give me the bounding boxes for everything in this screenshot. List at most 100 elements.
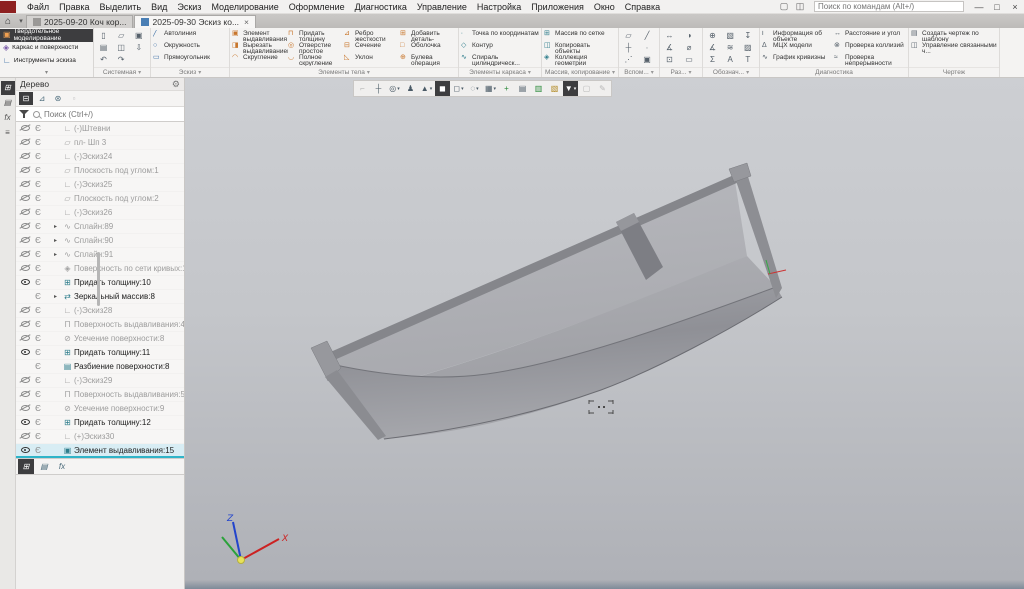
ribbon-group-label[interactable]: Чертеж [909, 67, 999, 77]
ribbon-button[interactable]: ΔМЦХ модели [762, 42, 834, 54]
capture-icon[interactable]: ▥ [531, 81, 546, 96]
visibility-icon[interactable] [19, 431, 32, 442]
clip-view-icon[interactable]: ▦▾ [483, 81, 498, 96]
tree-item[interactable]: Є▸∿Сплайн:89 [16, 220, 184, 234]
exclude-from-calc-icon[interactable]: Є [33, 236, 43, 245]
csys-indicator-icon[interactable]: ⌐ [355, 81, 370, 96]
ribbon-button[interactable]: ⊓Придать толщину [288, 30, 344, 42]
expand-icon[interactable]: ▸ [54, 251, 61, 258]
tree-item[interactable]: Є∟(-)Эскиз29 [16, 374, 184, 388]
restore-button[interactable]: □ [988, 2, 1006, 12]
exclude-from-calc-icon[interactable]: Є [33, 124, 43, 133]
menu-item[interactable]: Оформление [284, 2, 350, 12]
ribbon-icon-button[interactable]: ∡ [662, 42, 677, 53]
tree-item[interactable]: Є▸∿Сплайн:90 [16, 234, 184, 248]
ribbon-group-label[interactable]: Эскиз▾ [151, 67, 229, 77]
ribbon-button[interactable]: ⊞Добавить деталь-заготов... [400, 30, 456, 42]
ribbon-icon-button[interactable]: ↔ [662, 30, 677, 41]
tree-item[interactable]: Є▱пл- Шп 3 [16, 136, 184, 150]
ribbon-button[interactable]: ⊕Булева операция [400, 54, 456, 66]
ribbon-button[interactable]: ◈Коллекция геометрии [544, 54, 616, 66]
view-direction-icon[interactable]: ▲▾ [419, 81, 434, 96]
report-icon[interactable]: ▧ [547, 81, 562, 96]
local-csys-icon[interactable]: ┼ [371, 81, 386, 96]
visibility-icon[interactable] [19, 193, 32, 204]
ribbon-icon-button[interactable]: ⌀ [682, 42, 697, 53]
tree-item[interactable]: ЄΠПоверхность выдавливания:5 [16, 388, 184, 402]
ribbon-button[interactable]: ◨Вырезать выдавливанием [232, 42, 288, 54]
document-tab[interactable]: 2025-09-30 Эскиз ко...× [134, 15, 256, 28]
visibility-icon[interactable] [19, 151, 32, 162]
ribbon-button[interactable]: ▤Создать чертеж по шаблону [911, 30, 997, 42]
tree-item[interactable]: Є∟(-)Эскиз24 [16, 150, 184, 164]
chevron-down-icon[interactable]: ▾ [16, 15, 26, 28]
ribbon-group-label[interactable]: Обознач...▾ [703, 67, 759, 77]
exclude-from-calc-icon[interactable]: Є [33, 376, 43, 385]
ribbon-icon-button[interactable]: ▧ [723, 30, 738, 41]
viewport-3d[interactable]: ⌐┼◎▾♟▲▾◼◻▾◌▾▦▾+▤▥▧▼▾▢✎ Z X [185, 78, 1024, 589]
properties-panel-icon[interactable]: ▤ [1, 96, 15, 110]
ribbon-button[interactable]: ⊞Массив по сетке [544, 30, 616, 42]
ribbon-icon-button[interactable]: ⊕ [705, 30, 720, 41]
ribbon-group-label[interactable]: Элементы тела▾ [230, 67, 458, 77]
mode-button[interactable]: ▣Твердотельное моделирование [0, 29, 93, 42]
ribbon-icon-button[interactable]: ┼ [621, 42, 636, 53]
exclude-from-calc-icon[interactable]: Є [33, 306, 43, 315]
exclude-from-calc-icon[interactable]: Є [33, 432, 43, 441]
menu-item[interactable]: Справка [620, 2, 665, 12]
tree-tab-icon[interactable]: ⊞ [18, 459, 34, 474]
zoom-icon[interactable]: ◎▾ [387, 81, 402, 96]
tree-item[interactable]: Є◈Поверхность по сети кривых:13 [16, 262, 184, 276]
visibility-icon[interactable] [19, 137, 32, 148]
visibility-icon[interactable] [19, 375, 32, 386]
ribbon-button[interactable]: ∙Точка по координатам [461, 30, 539, 42]
exclude-from-calc-icon[interactable]: Є [33, 446, 43, 455]
menu-item[interactable]: Вид [146, 2, 172, 12]
ribbon-icon-button[interactable]: ▯ [96, 30, 111, 41]
chevron-down-icon[interactable]: ▾ [0, 69, 93, 76]
exclude-from-calc-icon[interactable]: Є [33, 194, 43, 203]
menu-item[interactable]: Правка [54, 2, 94, 12]
exclude-from-calc-icon[interactable]: Є [33, 334, 43, 343]
visibility-icon[interactable] [19, 305, 32, 316]
ribbon-button[interactable]: ◠Скругление [232, 54, 288, 66]
ribbon-button[interactable]: ▭Прямоугольник [153, 54, 227, 66]
tree-search-input[interactable] [44, 110, 181, 119]
edit-icon[interactable]: ✎ [595, 81, 610, 96]
exclude-from-calc-icon[interactable]: Є [33, 208, 43, 217]
composition-icon[interactable]: ⊿ [35, 92, 49, 105]
visibility-icon[interactable] [19, 277, 32, 288]
visibility-icon[interactable] [19, 417, 32, 428]
visibility-icon[interactable] [19, 249, 32, 260]
tree-item[interactable]: Є∟(-)Эскиз25 [16, 178, 184, 192]
filter-icon[interactable]: ▼▾ [563, 81, 578, 96]
exclude-from-calc-icon[interactable]: Є [33, 222, 43, 231]
tree-item[interactable]: Є▤Разбиение поверхности:8 [16, 360, 184, 374]
tree-item[interactable]: Є⊘Усечение поверхности:8 [16, 332, 184, 346]
sections-icon[interactable]: ▫ [67, 92, 81, 105]
visibility-icon[interactable] [19, 221, 32, 232]
variables-tab-icon[interactable]: fx [54, 459, 70, 474]
tree-item[interactable]: Є▸⇄Зеркальный массив:8 [16, 290, 184, 304]
ribbon-icon-button[interactable]: ▤ [96, 42, 111, 53]
menu-item[interactable]: Приложения [526, 2, 589, 12]
visibility-icon[interactable] [19, 207, 32, 218]
visibility-icon[interactable] [19, 347, 32, 358]
gear-icon[interactable]: ⚙ [172, 79, 180, 90]
ribbon-group-label[interactable]: Раз...▾ [660, 67, 702, 77]
exclude-from-calc-icon[interactable]: Є [33, 390, 43, 399]
display-mode-icon[interactable]: ◻▾ [451, 81, 466, 96]
ribbon-button[interactable]: ◺Уклон [344, 54, 400, 66]
hide-objects-icon[interactable]: ◌▾ [467, 81, 482, 96]
ribbon-button[interactable]: ⊿Ребро жесткости [344, 30, 400, 42]
ribbon-button[interactable]: ◫Копировать объекты [544, 42, 616, 54]
more-panels-icon[interactable]: ≡ [1, 126, 15, 140]
ribbon-button[interactable]: ⊗Проверка коллизий [834, 42, 906, 54]
visibility-icon[interactable] [19, 319, 32, 330]
ribbon-icon-button[interactable]: ≋ [723, 42, 738, 53]
variables-panel-icon[interactable]: fx [1, 111, 15, 125]
ribbon-icon-button[interactable]: A [723, 54, 738, 65]
structure-tab-icon[interactable]: ▤ [36, 459, 52, 474]
tree-item[interactable]: Є▸∿Сплайн:91 [16, 248, 184, 262]
menu-item[interactable]: Файл [22, 2, 54, 12]
